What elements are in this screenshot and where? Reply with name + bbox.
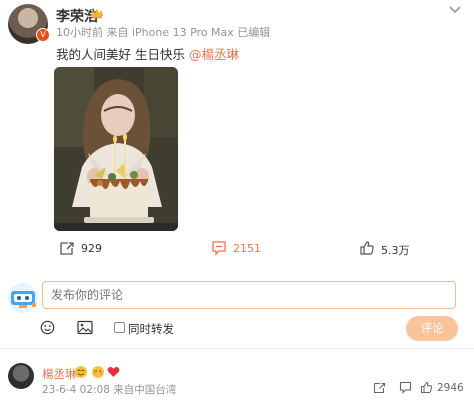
weibo-mascot-icon [11,291,36,308]
like-count[interactable]: 5.3万 [381,242,410,258]
repost-checkbox-label[interactable]: 同时转发 [128,321,174,337]
comment-input[interactable] [42,281,456,309]
smile-emoji-icon [75,366,87,378]
heart-icon [107,366,120,377]
post-photo[interactable] [54,67,178,231]
divider [0,348,474,349]
post-text: 我的人间美好 生日快乐 @楊丞琳 [56,44,239,63]
more-options-icon[interactable] [445,2,465,18]
comment-like-icon[interactable] [420,381,433,394]
comment-icon[interactable] [211,240,227,256]
current-user-avatar [8,283,38,313]
comment-count[interactable]: 2151 [233,242,261,255]
verified-badge-icon: V [36,28,50,42]
submit-comment-button[interactable]: 评论 [406,316,458,341]
vip-crown-icon [91,8,103,19]
blush-emoji-icon [92,366,104,378]
post-text-body: 我的人间美好 生日快乐 [56,47,189,62]
comment-like-count[interactable]: 2946 [437,382,464,394]
repost-checkbox[interactable] [114,322,125,333]
commenter-avatar[interactable] [8,363,34,389]
mention-link[interactable]: @楊丞琳 [189,47,239,62]
comment-repost-icon[interactable] [373,381,386,394]
photo-illustration [54,67,178,231]
emoji-icon[interactable] [40,320,55,335]
comment-reply-icon[interactable] [399,381,412,394]
commenter-name[interactable]: 楊丞琳 [42,366,77,382]
post-meta: 10小时前 来自 iPhone 13 Pro Max 已编辑 [56,26,271,39]
repost-count[interactable]: 929 [81,242,102,255]
like-icon[interactable] [359,240,375,256]
comment-meta: 23-6-4 02:08 来自中国台湾 [42,384,177,396]
repost-icon[interactable] [59,240,75,256]
image-upload-icon[interactable] [77,320,93,335]
